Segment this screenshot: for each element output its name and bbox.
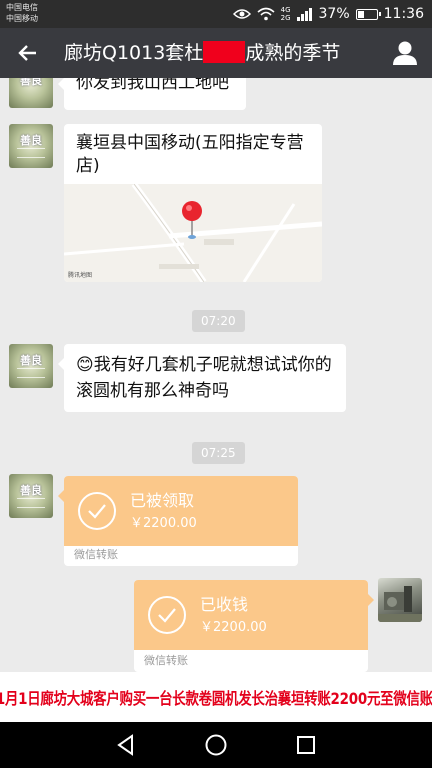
my-avatar[interactable]: [378, 578, 422, 622]
sender-avatar[interactable]: 善良: [9, 344, 53, 388]
network-type-1: 4G: [280, 6, 291, 14]
transfer-message-sent[interactable]: 已收钱 ￥2200.00 微信转账: [134, 580, 368, 672]
avatar-label: 善良: [20, 484, 42, 497]
sender-avatar[interactable]: 善良: [9, 474, 53, 518]
transfer-status: 已收钱: [200, 595, 249, 614]
chat-title-left: 廊坊Q1013套杜: [64, 42, 204, 64]
status-icons: 4G 2G 37% 11:36: [232, 4, 424, 24]
battery-percent: 37%: [318, 6, 350, 22]
nav-recents-button[interactable]: [294, 733, 318, 757]
back-button[interactable]: [12, 38, 42, 68]
timestamp: 07:20: [192, 310, 245, 332]
navigation-bar: [0, 722, 432, 768]
message-text: 你发到我山西工地吧: [76, 78, 229, 93]
carrier-2: 中国移动: [6, 14, 38, 23]
transfer-amount: ￥2200.00: [200, 620, 267, 635]
message-bubble-text[interactable]: 😊我有好几套机子呢就想试试你的滚圆机有那么神奇吗: [58, 344, 346, 412]
caption-text: 11月1日廊坊大城客户购买一台长款卷圆机发长治襄垣转账2200元至微信账户: [0, 689, 432, 708]
chat-header: 廊坊Q1013套杜 成熟的季节: [0, 28, 432, 78]
chat-title-right: 成熟的季节: [245, 42, 341, 64]
chat-info-button[interactable]: [390, 38, 420, 68]
arrow-left-icon: [18, 45, 36, 61]
battery-icon: [355, 8, 381, 20]
carrier-1: 中国电信: [6, 3, 38, 12]
avatar-label: 善良: [20, 134, 42, 147]
location-title: 襄垣县中国移动(五阳指定专营店): [76, 133, 304, 176]
avatar-label: 善良: [20, 78, 42, 87]
location-map: 腾讯地图: [64, 182, 322, 282]
network-types: 4G 2G: [281, 6, 291, 22]
triangle-back-icon: [117, 734, 133, 756]
timestamp: 07:25: [192, 442, 245, 464]
message-bubble-text[interactable]: 你发到我山西工地吧: [58, 78, 246, 110]
nav-back-button[interactable]: [114, 733, 138, 757]
transfer-footer: 微信转账: [74, 548, 118, 561]
transfer-message-received[interactable]: 已被领取 ￥2200.00 微信转账: [58, 476, 298, 566]
carrier-info: 中国电信 中国移动: [6, 2, 38, 24]
status-bar: 中国电信 中国移动 4G 2G 37% 11:36: [0, 0, 432, 28]
check-circle-icon: [148, 596, 186, 634]
eye-comfort-icon: [232, 9, 251, 19]
sender-avatar[interactable]: 善良: [9, 124, 53, 168]
wifi-icon: [257, 7, 275, 21]
signal-icon: [296, 7, 312, 21]
caption-banner: 11月1日廊坊大城客户购买一台长款卷圆机发长治襄垣转账2200元至微信账户: [0, 672, 432, 722]
map-provider-logo: 腾讯地图: [68, 272, 93, 279]
battery-fill: [357, 10, 364, 18]
check-circle-icon: [78, 492, 116, 530]
machine-photo-icon: [378, 586, 422, 622]
message-list[interactable]: 善良 你发到我山西工地吧 善良 襄垣县中国移动(五阳指定专营店) 腾讯地图 07…: [0, 78, 432, 672]
location-message[interactable]: 襄垣县中国移动(五阳指定专营店) 腾讯地图: [64, 124, 322, 282]
nav-home-button[interactable]: [204, 733, 228, 757]
circle-home-icon: [205, 734, 227, 756]
transfer-amount: ￥2200.00: [130, 516, 197, 531]
transfer-footer: 微信转账: [144, 654, 188, 667]
message-text: 我有好几套机子呢就想试试你的滚圆机有那么神奇吗: [76, 355, 332, 401]
smile-emoji-icon: 😊: [76, 355, 94, 375]
chat-title: 廊坊Q1013套杜 成熟的季节: [64, 40, 340, 66]
network-type-2: 2G: [280, 14, 291, 22]
person-icon: [393, 41, 417, 65]
transfer-status: 已被领取: [130, 491, 195, 510]
avatar-label: 善良: [20, 354, 42, 367]
sender-avatar[interactable]: 善良: [9, 78, 53, 108]
map-pin-icon: [182, 201, 202, 239]
square-recents-icon: [297, 736, 315, 754]
clock: 11:36: [383, 6, 424, 22]
redacted-name: [203, 41, 246, 63]
